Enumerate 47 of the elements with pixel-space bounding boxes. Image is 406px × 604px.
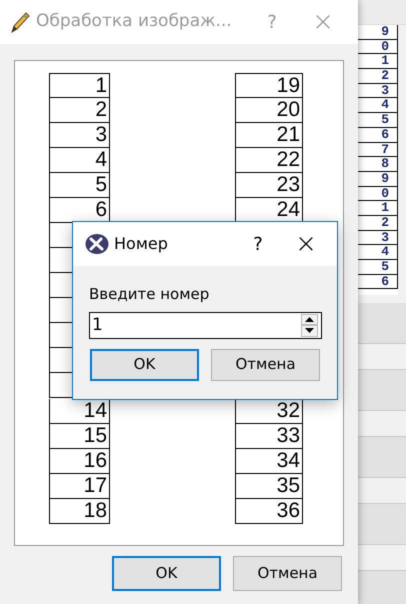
preview-cell: 6 xyxy=(358,128,398,142)
preview-cell: 3 xyxy=(358,230,398,246)
window-title: Обработка изображ... xyxy=(36,10,232,34)
number-cell: 22 xyxy=(235,148,303,173)
cancel-button[interactable]: Отмена xyxy=(211,348,320,380)
number-cell: 34 xyxy=(235,449,303,474)
preview-cell: 2 xyxy=(358,216,398,231)
number-cell: 33 xyxy=(235,424,303,449)
help-button[interactable]: ? xyxy=(238,230,278,258)
number-cell: 3 xyxy=(49,123,110,148)
dialog-title: Номер xyxy=(114,233,168,255)
preview-cell: 0 xyxy=(358,186,398,202)
number-cell: 20 xyxy=(235,98,303,123)
number-cell: 17 xyxy=(49,474,110,499)
preview-cell: 0 xyxy=(358,40,398,54)
number-cell: 19 xyxy=(235,73,303,98)
preview-cell: 2 xyxy=(358,69,398,84)
number-cell: 4 xyxy=(49,148,110,173)
preview-cell: 5 xyxy=(358,260,398,275)
preview-cell: 7 xyxy=(358,142,398,158)
preview-cell: 6 xyxy=(358,274,398,290)
number-cell: 1 xyxy=(49,73,110,98)
number-cell: 18 xyxy=(49,499,110,524)
number-cell: 35 xyxy=(235,474,303,499)
preview-cell: 9 xyxy=(358,25,398,40)
tools-icon xyxy=(85,233,109,255)
ok-button[interactable]: OK xyxy=(112,556,221,591)
preview-cell: 4 xyxy=(358,245,398,260)
preview-cell: 3 xyxy=(358,84,398,98)
close-button[interactable]: × xyxy=(283,231,329,257)
number-cell: 16 xyxy=(49,449,110,474)
number-cell: 23 xyxy=(235,173,303,198)
cancel-button[interactable]: Отмена xyxy=(233,556,342,591)
number-cell: 5 xyxy=(49,173,110,198)
field-label: Введите номер xyxy=(89,284,210,305)
number-cell: 21 xyxy=(235,123,303,148)
number-cell: 2 xyxy=(49,98,110,123)
preview-cell: 9 xyxy=(358,172,398,187)
number-cell: 15 xyxy=(49,424,110,449)
number-cell: 36 xyxy=(235,499,303,524)
preview-cell: 5 xyxy=(358,113,398,128)
preview-cell: 4 xyxy=(358,98,398,114)
pencil-icon xyxy=(10,11,30,33)
preview-cell: 8 xyxy=(358,157,398,172)
preview-cell: 1 xyxy=(358,201,398,216)
ok-button[interactable]: OK xyxy=(90,348,199,380)
preview-cell: 1 xyxy=(358,54,398,70)
